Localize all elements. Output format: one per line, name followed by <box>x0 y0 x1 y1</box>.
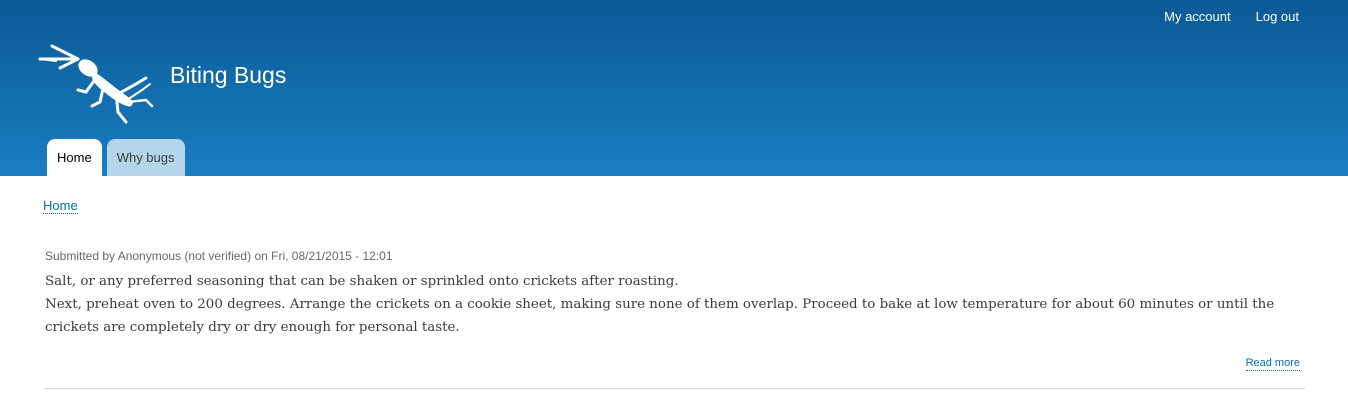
divider <box>44 388 1305 389</box>
article-paragraph: Next, preheat oven to 200 degrees. Arran… <box>45 297 1275 335</box>
my-account-link[interactable]: My account <box>1164 9 1230 25</box>
site-name[interactable]: Biting Bugs <box>170 62 286 88</box>
submitted-info: Submitted by Anonymous (not verified) on… <box>45 249 393 263</box>
tab-home[interactable]: Home <box>47 139 102 176</box>
tab-why-bugs[interactable]: Why bugs <box>106 139 185 176</box>
bug-logo-icon[interactable] <box>38 44 154 124</box>
article-paragraph: Salt, or any preferred seasoning that ca… <box>45 274 679 289</box>
main-menu: Home Why bugs <box>47 139 185 176</box>
site-header: My account Log out Biting Bugs Home Why … <box>0 0 1348 176</box>
read-more-link[interactable]: Read more <box>1245 357 1300 371</box>
breadcrumb[interactable]: Home <box>43 198 78 214</box>
log-out-link[interactable]: Log out <box>1256 9 1299 25</box>
article-body: Salt, or any preferred seasoning that ca… <box>45 270 1307 339</box>
secondary-menu: My account Log out <box>1164 9 1299 25</box>
